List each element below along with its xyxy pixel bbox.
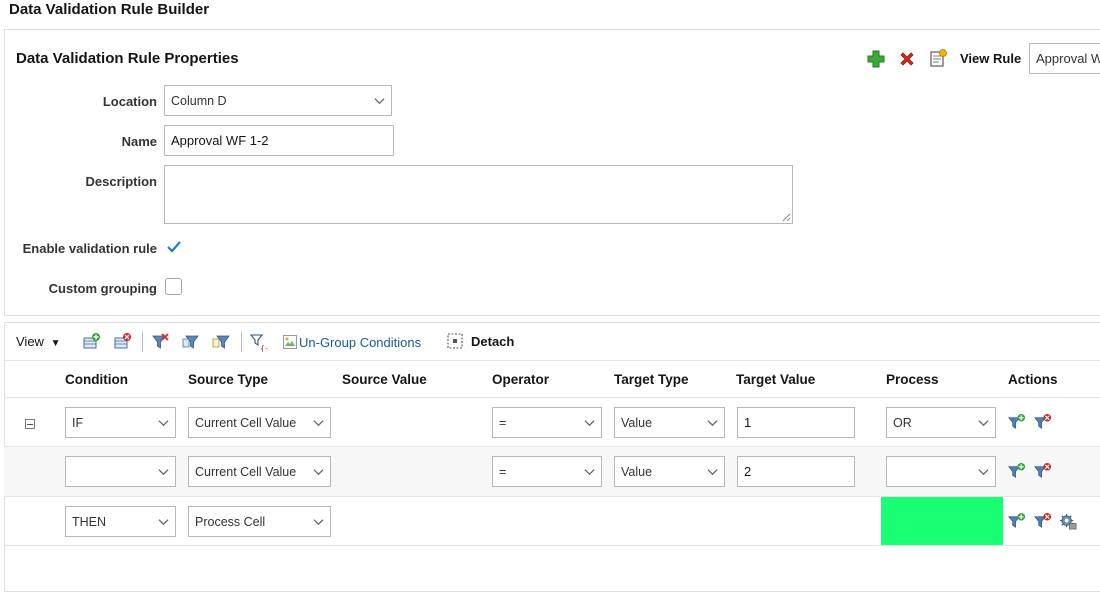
delete-condition-icon[interactable] xyxy=(1033,462,1052,481)
view-rule-label: View Rule xyxy=(960,51,1022,66)
source-type-select[interactable]: Current Cell Value xyxy=(188,456,331,487)
source-type-select[interactable]: Process Cell xyxy=(188,506,331,537)
page-title: Data Validation Rule Builder xyxy=(9,1,210,18)
condition-select[interactable] xyxy=(65,456,176,487)
chevron-down-icon xyxy=(158,420,169,427)
add-icon[interactable] xyxy=(866,49,886,69)
source-type-value: Current Cell Value xyxy=(195,415,297,430)
location-select[interactable]: Column D xyxy=(164,85,392,116)
edit-rule-icon[interactable] xyxy=(928,48,948,68)
condition-value: IF xyxy=(72,415,84,430)
add-row-icon[interactable] xyxy=(81,332,101,352)
resize-handle-icon[interactable] xyxy=(782,213,791,222)
chevron-down-icon xyxy=(707,469,718,476)
chevron-down-icon xyxy=(313,469,324,476)
target-value-input[interactable]: 1 xyxy=(737,407,855,438)
custom-grouping-checkbox[interactable] xyxy=(165,278,182,295)
target-type-value: Value xyxy=(621,464,653,479)
chevron-down-icon xyxy=(374,98,385,105)
svg-text:{-}: {-} xyxy=(260,344,269,352)
ungroup-conditions-button[interactable]: Un-Group Conditions xyxy=(282,334,421,350)
location-value: Column D xyxy=(171,93,227,108)
condition-value: THEN xyxy=(72,514,107,529)
view-rule-select[interactable]: Approval WF 1-2 xyxy=(1029,43,1100,74)
view-menu[interactable]: View ▼ xyxy=(16,334,60,349)
location-label: Location xyxy=(102,94,157,109)
header-operator[interactable]: Operator xyxy=(492,372,549,387)
header-source-value[interactable]: Source Value xyxy=(342,372,427,387)
delete-condition-icon[interactable] xyxy=(1033,512,1052,531)
operator-select[interactable]: = xyxy=(492,407,602,438)
chevron-down-icon xyxy=(313,519,324,526)
chevron-down-icon xyxy=(707,420,718,427)
detach-icon[interactable] xyxy=(445,331,465,351)
toolbar-divider xyxy=(241,332,242,352)
chevron-down-icon xyxy=(978,469,989,476)
add-condition-icon[interactable] xyxy=(1007,413,1026,432)
header-actions: Actions xyxy=(1008,372,1058,387)
header-process[interactable]: Process xyxy=(886,372,939,387)
enable-validation-checkbox[interactable] xyxy=(165,238,183,256)
delete-condition-icon[interactable] xyxy=(1033,413,1052,432)
chevron-down-icon xyxy=(978,420,989,427)
operator-value: = xyxy=(499,464,507,479)
filter-braces-icon[interactable]: {-} xyxy=(249,332,269,352)
operator-value: = xyxy=(499,415,507,430)
chevron-down-icon xyxy=(158,469,169,476)
name-label: Name xyxy=(121,134,157,149)
chevron-down-icon xyxy=(584,469,595,476)
add-condition-icon[interactable] xyxy=(1007,462,1026,481)
target-value-input[interactable]: 2 xyxy=(737,456,855,487)
chevron-down-icon xyxy=(313,420,324,427)
name-input[interactable]: Approval WF 1-2 xyxy=(164,125,394,156)
description-label: Description xyxy=(85,174,157,189)
remove-filter-icon[interactable] xyxy=(150,332,170,352)
chevron-down-icon xyxy=(158,519,169,526)
conditions-toolbar: View ▼ {-} xyxy=(5,323,1100,361)
process-value: OR xyxy=(893,415,912,430)
toolbar-divider xyxy=(142,332,143,352)
add-condition-icon[interactable] xyxy=(1007,512,1026,531)
chevron-down-icon xyxy=(584,420,595,427)
header-target-type[interactable]: Target Type xyxy=(614,372,689,387)
header-separator xyxy=(4,397,1100,398)
row-separator xyxy=(4,545,1100,546)
target-type-value: Value xyxy=(621,415,653,430)
header-target-value[interactable]: Target Value xyxy=(736,372,815,387)
header-source-type[interactable]: Source Type xyxy=(188,372,268,387)
caret-down-icon: ▼ xyxy=(50,338,61,349)
custom-grouping-label: Custom grouping xyxy=(48,281,157,296)
enable-validation-label: Enable validation rule xyxy=(22,241,157,256)
collapse-icon[interactable] xyxy=(25,419,35,429)
ungroup-conditions-label: Un-Group Conditions xyxy=(299,334,422,350)
source-type-select[interactable]: Current Cell Value xyxy=(188,407,331,438)
condition-select[interactable]: THEN xyxy=(65,506,176,537)
condition-select[interactable]: IF xyxy=(65,407,176,438)
rule-properties-panel: Data Validation Rule Properties View Rul… xyxy=(4,29,1100,316)
target-type-select[interactable]: Value xyxy=(614,407,725,438)
delete-row-icon[interactable] xyxy=(112,332,132,352)
group-filter-icon[interactable] xyxy=(181,332,201,352)
view-menu-label: View xyxy=(16,334,44,349)
source-type-value: Current Cell Value xyxy=(195,464,297,479)
process-settings-icon[interactable] xyxy=(1059,512,1078,531)
detach-button[interactable]: Detach xyxy=(471,334,514,349)
source-type-value: Process Cell xyxy=(195,514,266,529)
target-type-select[interactable]: Value xyxy=(614,456,725,487)
process-select[interactable]: OR xyxy=(886,407,996,438)
header-condition[interactable]: Condition xyxy=(65,372,128,387)
description-textarea[interactable] xyxy=(164,165,793,224)
operator-select[interactable]: = xyxy=(492,456,602,487)
delete-icon[interactable] xyxy=(897,49,917,69)
process-cell-color-swatch[interactable] xyxy=(881,497,1003,545)
properties-title: Data Validation Rule Properties xyxy=(16,50,239,67)
ungroup-filter-icon[interactable] xyxy=(211,332,231,352)
broken-image-icon xyxy=(283,335,297,349)
process-select[interactable] xyxy=(886,456,996,487)
